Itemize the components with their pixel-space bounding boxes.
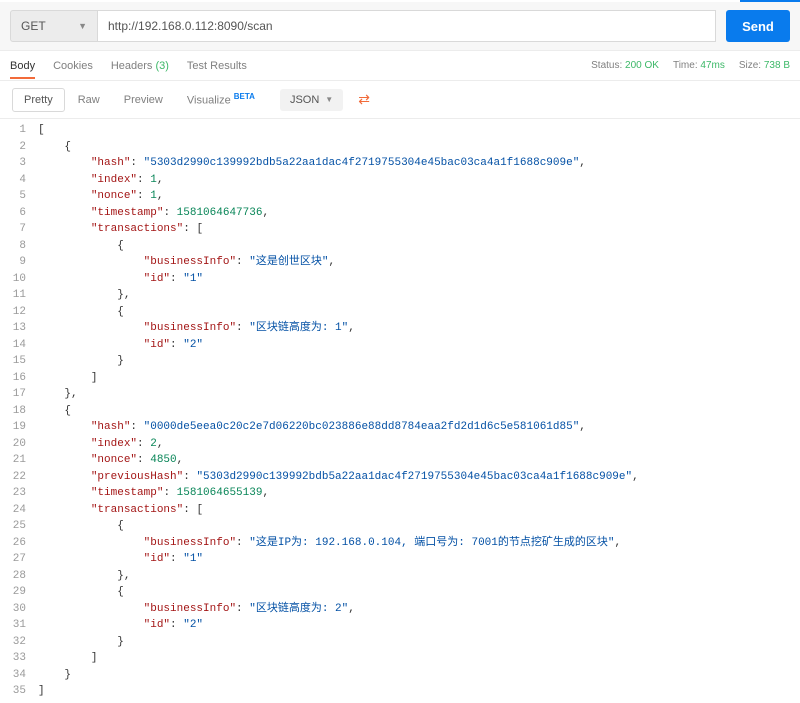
chevron-down-icon: ▼ bbox=[78, 21, 87, 31]
tab-test-results[interactable]: Test Results bbox=[187, 53, 247, 79]
tab-cookies[interactable]: Cookies bbox=[53, 53, 93, 79]
url-input[interactable] bbox=[98, 10, 716, 42]
format-value: JSON bbox=[290, 94, 319, 106]
response-body[interactable]: [ { "hash": "5303d2990c139992bdb5a22aa1d… bbox=[34, 119, 800, 703]
view-raw-button[interactable]: Raw bbox=[67, 89, 111, 111]
body-toolbar: Pretty Raw Preview Visualize BETA JSON ▼… bbox=[0, 81, 800, 119]
tab-headers-count: (3) bbox=[155, 60, 168, 72]
line-gutter: 1234567891011121314151617181920212223242… bbox=[0, 119, 34, 703]
response-tabs-row: Body Cookies Headers (3) Test Results St… bbox=[0, 51, 800, 81]
response-editor: 1234567891011121314151617181920212223242… bbox=[0, 119, 800, 703]
format-select[interactable]: JSON ▼ bbox=[280, 89, 343, 111]
tab-headers[interactable]: Headers (3) bbox=[111, 53, 169, 79]
http-method-value: GET bbox=[21, 19, 46, 33]
response-meta: Status: 200 OK Time: 47ms Size: 738 B bbox=[591, 60, 790, 71]
request-bar: GET ▼ Send bbox=[0, 2, 800, 51]
size-value: 738 B bbox=[764, 60, 790, 71]
view-visualize-button[interactable]: Visualize BETA bbox=[176, 87, 266, 112]
time-block: Time: 47ms bbox=[673, 60, 725, 71]
time-value: 47ms bbox=[700, 60, 724, 71]
size-block: Size: 738 B bbox=[739, 60, 790, 71]
http-method-select[interactable]: GET ▼ bbox=[10, 10, 98, 42]
status-block: Status: 200 OK bbox=[591, 60, 659, 71]
tab-headers-label: Headers bbox=[111, 60, 153, 72]
view-preview-button[interactable]: Preview bbox=[113, 89, 174, 111]
chevron-down-icon: ▼ bbox=[325, 95, 333, 104]
response-tabs: Body Cookies Headers (3) Test Results bbox=[10, 53, 247, 79]
tab-body[interactable]: Body bbox=[10, 53, 35, 79]
send-button[interactable]: Send bbox=[726, 10, 790, 42]
wrap-lines-icon[interactable]: ⇄ bbox=[351, 87, 377, 112]
status-value: 200 OK bbox=[625, 60, 659, 71]
view-pretty-button[interactable]: Pretty bbox=[12, 88, 65, 112]
beta-badge: BETA bbox=[234, 92, 255, 101]
